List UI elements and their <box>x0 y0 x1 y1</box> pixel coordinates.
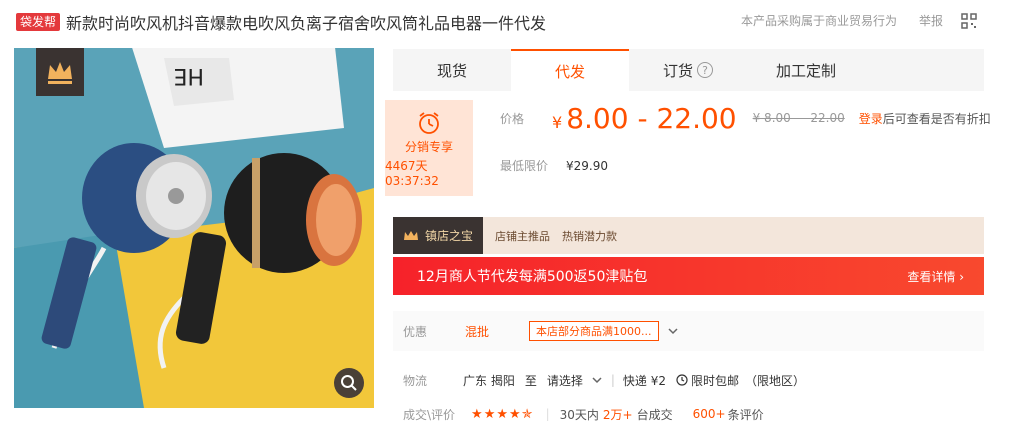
crown-icon <box>48 62 72 84</box>
login-link[interactable]: 登录 <box>859 110 883 127</box>
shop-tag-potential: 热销潜力款 <box>562 229 618 243</box>
seller-badge: 袋发帮 <box>16 13 61 31</box>
logistics-label: 物流 <box>403 373 428 388</box>
coupon-tag[interactable]: 本店部分商品满1000... <box>529 321 659 341</box>
distribution-promo: 分销专享 4467天03:37:32 <box>385 100 473 196</box>
period-label: 30天内 <box>559 407 599 422</box>
price-row: 价格 ¥8.00 - 22.00 ¥ 8.00 — 22.00 登录 后可查看是… <box>500 100 991 136</box>
review-unit: 条评价 <box>727 407 764 422</box>
zoom-icon <box>341 375 357 391</box>
sales-count: 2万+ <box>602 407 633 422</box>
ship-to-select[interactable]: 请选择 <box>547 372 583 389</box>
view-details-link[interactable]: 查看详情 › <box>907 268 964 285</box>
chevron-down-icon[interactable] <box>591 374 603 386</box>
box-text: HE <box>174 63 204 88</box>
discount-row: 优惠 混批 本店部分商品满1000... <box>393 311 984 351</box>
title-bar: 袋发帮 新款时尚吹风机抖音爆款电吹风负离子宿舍吹风筒礼品电器一件代发 <box>16 10 546 34</box>
review-count[interactable]: 600+ <box>693 407 726 421</box>
product-title: 新款时尚吹风机抖音爆款电吹风负离子宿舍吹风筒礼品电器一件代发 <box>66 14 547 33</box>
shop-treasure-bar: 镇店之宝 店铺主推品 热销潜力款 <box>393 217 984 254</box>
min-price-value: ¥29.90 <box>566 158 609 173</box>
min-price-row: 最低限价 ¥29.90 <box>500 157 608 174</box>
min-price-label: 最低限价 <box>500 159 549 173</box>
chevron-down-icon[interactable] <box>667 325 679 337</box>
divider: | <box>610 373 615 387</box>
shop-tag-featured: 店铺主推品 <box>495 229 551 243</box>
tab-custom[interactable]: 加工定制 <box>747 49 865 91</box>
ship-from: 广东 揭阳 <box>463 373 515 388</box>
region-limited: （限地区） <box>745 373 806 388</box>
help-icon[interactable]: ? <box>697 62 713 78</box>
sales-review-label: 成交\评价 <box>403 407 456 422</box>
price-value: ¥8.00 - 22.00 <box>552 102 737 135</box>
promo-banner[interactable]: 12月商人节代发每满500返50津贴包 查看详情 › <box>393 257 984 295</box>
tab-in-stock[interactable]: 现货 <box>393 49 511 91</box>
sales-review-row: 成交\评价 ★★★★✯ | 30天内 2万+ 台成交 600+ 条评价 <box>393 404 764 424</box>
price-range: 8.00 - 22.00 <box>566 101 737 135</box>
clock-icon <box>676 374 688 386</box>
purchase-tabs: 现货 代发 订货? 加工定制 <box>393 49 984 91</box>
qr-code-icon[interactable] <box>961 12 977 29</box>
title-actions: 本产品采购属于商业贸易行为 举报 <box>741 12 977 29</box>
crown-tag <box>36 48 84 96</box>
product-photo: HE <box>14 48 374 408</box>
promo-timer: 4467天03:37:32 <box>385 159 439 188</box>
divider: | <box>545 407 550 421</box>
express-fee: 快递 ¥2 <box>622 373 667 388</box>
price-label: 价格 <box>500 111 525 126</box>
report-link[interactable]: 举报 <box>919 12 943 29</box>
tab-dropship[interactable]: 代发 <box>511 49 629 91</box>
limited-free-shipping: 限时包邮 <box>691 373 740 388</box>
promo-banner-text: 12月商人节代发每满500返50津贴包 <box>417 269 648 285</box>
tab-preorder[interactable]: 订货? <box>629 49 747 91</box>
login-tail: 后可查看是否有折扣 <box>882 111 991 126</box>
trade-notice: 本产品采购属于商业贸易行为 <box>740 14 897 28</box>
zoom-button[interactable] <box>334 368 364 398</box>
currency-symbol: ¥ <box>552 112 563 132</box>
old-price: ¥ 8.00 — 22.00 <box>752 111 845 125</box>
sales-unit: 台成交 <box>636 407 673 422</box>
shop-treasure-badge: 镇店之宝 <box>393 217 484 254</box>
logistics-row: 物流 广东 揭阳 至 请选择 | 快递 ¥2 限时包邮 （限地区） <box>393 370 805 390</box>
alarm-clock-icon <box>419 112 439 134</box>
promo-label: 分销专享 <box>404 140 453 154</box>
ship-to-label: 至 <box>524 373 537 388</box>
discount-label: 优惠 <box>403 324 428 339</box>
rating-stars: ★★★★✯ <box>471 406 534 422</box>
mixed-batch: 混批 <box>465 324 490 339</box>
crown-icon <box>404 230 418 240</box>
product-image[interactable]: HE <box>14 48 374 408</box>
